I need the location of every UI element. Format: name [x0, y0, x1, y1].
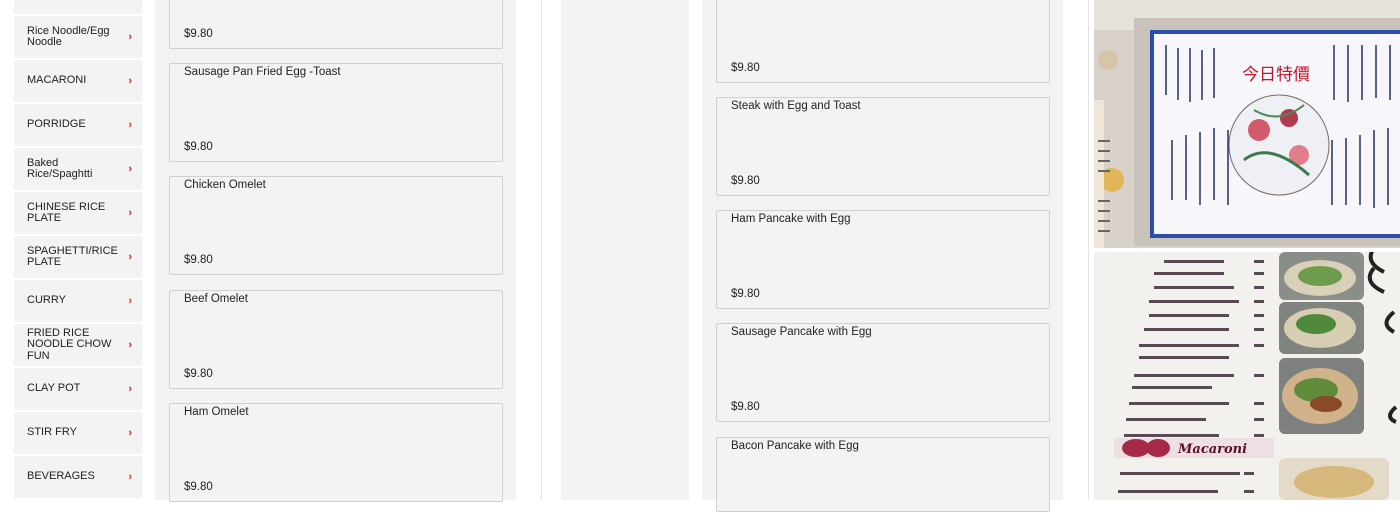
- menu-item-price: $9.80: [731, 401, 760, 413]
- column-divider: [541, 0, 542, 500]
- sidebar-item-baked-rice[interactable]: Baked Rice/Spaghtti ›: [14, 148, 142, 190]
- column-divider: [1088, 0, 1089, 500]
- sidebar-item-fried-rice[interactable]: FRIED RICE NOODLE CHOW FUN ›: [14, 324, 142, 366]
- chevron-right-icon: ›: [128, 471, 132, 483]
- sidebar-item-label: FRIED RICE NOODLE CHOW FUN: [27, 326, 112, 362]
- menu-item-card[interactable]: $9.80: [169, 0, 503, 49]
- chevron-right-icon: ›: [128, 163, 132, 175]
- menu-item-name: Sausage Pancake with Egg: [731, 326, 872, 338]
- chevron-right-icon: ›: [128, 75, 132, 87]
- sidebar-item-label: STIR FRY: [27, 426, 77, 439]
- sidebar-item-label: CLAY POT: [27, 382, 81, 395]
- sidebar-item-rice-noodle[interactable]: Rice Noodle/Egg Noodle ›: [14, 16, 142, 58]
- specials-board-photo[interactable]: 今日特價: [1094, 0, 1400, 248]
- menu-item-name: Ham Pancake with Egg: [731, 213, 851, 225]
- menu-item-card[interactable]: Bacon Pancake with Egg: [716, 437, 1050, 512]
- menu-item-price: $9.80: [184, 368, 213, 380]
- sidebar-item-label: BEVERAGES: [27, 470, 95, 483]
- menu-item-card[interactable]: $9.80: [716, 0, 1050, 83]
- board-title: 今日特價: [1242, 65, 1310, 85]
- menu-item-name: Beef Omelet: [184, 293, 248, 305]
- menu-item-card[interactable]: Sausage Pan Fried Egg -Toast $9.80: [169, 63, 503, 162]
- menu-item-name: Sausage Pan Fried Egg -Toast: [184, 66, 341, 78]
- chevron-right-icon: ›: [128, 31, 132, 43]
- macaroni-section-title: Macaroni: [1177, 442, 1247, 457]
- sidebar-item-label: PORRIDGE: [27, 118, 86, 131]
- empty-column: [561, 0, 689, 500]
- menu-item-card[interactable]: Steak with Egg and Toast $9.80: [716, 97, 1050, 196]
- menu-item-card[interactable]: Ham Omelet $9.80: [169, 403, 503, 502]
- menu-item-price: $9.80: [731, 288, 760, 300]
- sidebar-item-curry[interactable]: CURRY ›: [14, 280, 142, 322]
- sidebar-item-label: MACARONI: [27, 74, 87, 87]
- sidebar-item-partial[interactable]: [14, 0, 142, 14]
- sidebar-item-label: CHINESE RICE PLATE: [27, 200, 106, 224]
- sidebar-item-label: Baked Rice/Spaghtti: [27, 156, 93, 180]
- chevron-right-icon: ›: [128, 295, 132, 307]
- menu-item-price: $9.80: [184, 254, 213, 266]
- menu-item-name: Bacon Pancake with Egg: [731, 440, 859, 452]
- category-sidebar: Rice Noodle/Egg Noodle › MACARONI › PORR…: [0, 0, 155, 500]
- chevron-right-icon: ›: [128, 207, 132, 219]
- sidebar-item-porridge[interactable]: PORRIDGE ›: [14, 104, 142, 146]
- menu-item-name: Ham Omelet: [184, 406, 249, 418]
- menu-item-price: $9.80: [184, 28, 213, 40]
- sidebar-item-chinese-rice-plate[interactable]: CHINESE RICE PLATE ›: [14, 192, 142, 234]
- sidebar-item-label: Rice Noodle/Egg Noodle: [27, 24, 110, 48]
- sidebar-item-macaroni[interactable]: MACARONI ›: [14, 60, 142, 102]
- sidebar-item-spaghetti-rice-plate[interactable]: SPAGHETTI/RICE PLATE ›: [14, 236, 142, 278]
- menu-item-price: $9.80: [731, 175, 760, 187]
- menu-item-price: $9.80: [184, 141, 213, 153]
- menu-page-photo[interactable]: Macaroni: [1094, 252, 1400, 500]
- menu-item-card[interactable]: Sausage Pancake with Egg $9.80: [716, 323, 1050, 422]
- sidebar-item-clay-pot[interactable]: CLAY POT ›: [14, 368, 142, 410]
- sidebar-item-stir-fry[interactable]: STIR FRY ›: [14, 412, 142, 454]
- menu-item-card[interactable]: Ham Pancake with Egg $9.80: [716, 210, 1050, 309]
- chevron-right-icon: ›: [128, 339, 132, 351]
- menu-item-name: Steak with Egg and Toast: [731, 100, 861, 112]
- sidebar-item-label: CURRY: [27, 294, 66, 307]
- chevron-right-icon: ›: [128, 251, 132, 263]
- chevron-right-icon: ›: [128, 383, 132, 395]
- chevron-right-icon: ›: [128, 427, 132, 439]
- sidebar-item-label: SPAGHETTI/RICE PLATE: [27, 244, 118, 268]
- sidebar-item-beverages[interactable]: BEVERAGES ›: [14, 456, 142, 498]
- chevron-right-icon: ›: [128, 119, 132, 131]
- menu-item-name: Chicken Omelet: [184, 179, 266, 191]
- menu-item-card[interactable]: Chicken Omelet $9.80: [169, 176, 503, 275]
- menu-item-price: $9.80: [731, 62, 760, 74]
- menu-item-price: $9.80: [184, 481, 213, 493]
- menu-item-card[interactable]: Beef Omelet $9.80: [169, 290, 503, 389]
